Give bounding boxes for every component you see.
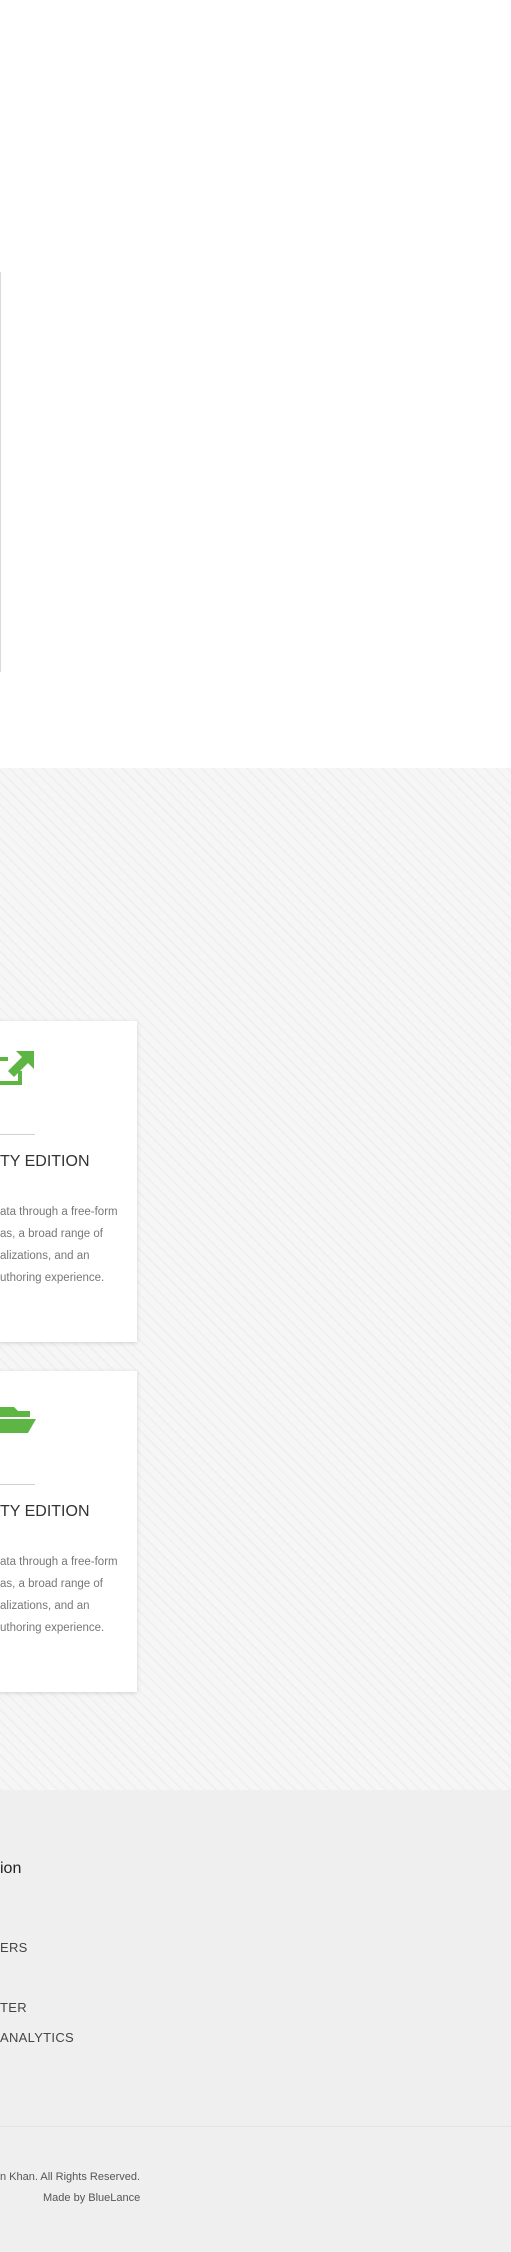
external-link-arrow-icon (0, 1051, 34, 1085)
card-title: TY EDITION (0, 1503, 90, 1520)
hero-blank-area (0, 0, 511, 768)
card-divider (0, 1134, 35, 1135)
card-title: TY EDITION (0, 1153, 90, 1170)
folder-open-icon (0, 1407, 36, 1433)
card-description-line: ata through a free-form (0, 1556, 118, 1568)
card-description-line: alizations, and an (0, 1600, 90, 1612)
card-divider (0, 1484, 35, 1485)
card-description-line: uthoring experience. (0, 1272, 105, 1284)
footer-heading: ion (0, 1860, 22, 1877)
card-description: ata through a free-form as, a broad rang… (0, 1201, 125, 1289)
edition-card-1: TY EDITION ata through a free-form as, a… (0, 1021, 137, 1342)
footer-link[interactable]: ANALYTICS (0, 2030, 74, 2045)
card-description-line: as, a broad range of (0, 1228, 103, 1240)
card-description-line: ata through a free-form (0, 1206, 118, 1218)
footer-bottom-bar: n Khan. All Rights Reserved. Made by Blu… (0, 2126, 511, 2252)
footer-link[interactable]: TER (0, 2000, 27, 2015)
edition-card-2: TY EDITION ata through a free-form as, a… (0, 1371, 137, 1692)
card-description-line: as, a broad range of (0, 1578, 103, 1590)
card-description-line: alizations, and an (0, 1250, 90, 1262)
card-description: ata through a free-form as, a broad rang… (0, 1551, 125, 1639)
made-by-link[interactable]: Made by BlueLance (43, 2192, 140, 2204)
card-description-line: uthoring experience. (0, 1622, 105, 1634)
vertical-divider (0, 272, 1, 672)
copyright-text: n Khan. All Rights Reserved. (0, 2171, 141, 2183)
footer-link[interactable]: ERS (0, 1940, 28, 1955)
footer-navigation: ion ERS TER ANALYTICS (0, 1790, 511, 2126)
